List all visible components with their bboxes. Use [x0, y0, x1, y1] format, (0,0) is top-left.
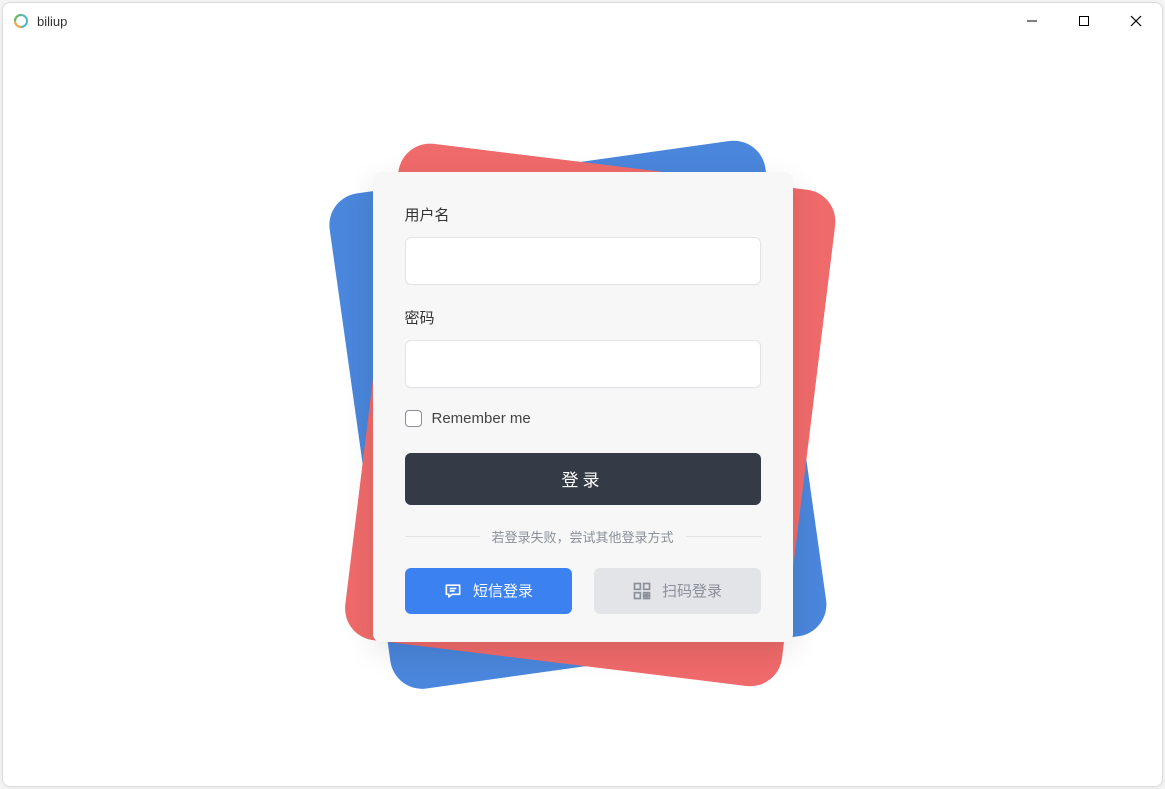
minimize-button[interactable]: [1006, 3, 1058, 39]
alt-login-divider: 若登录失败，尝试其他登录方式: [405, 527, 761, 546]
qr-login-label: 扫码登录: [662, 580, 722, 601]
titlebar-left: biliup: [13, 13, 67, 29]
minimize-icon: [1026, 15, 1038, 27]
username-label: 用户名: [405, 204, 761, 225]
maximize-button[interactable]: [1058, 3, 1110, 39]
alt-login-row: 短信登录 扫码登录: [405, 568, 761, 614]
app-title: biliup: [37, 14, 67, 29]
sms-login-label: 短信登录: [473, 580, 533, 601]
app-icon: [13, 13, 29, 29]
remember-row: Remember me: [405, 410, 761, 427]
login-button[interactable]: 登录: [405, 453, 761, 505]
remember-checkbox[interactable]: [405, 410, 422, 427]
login-card-stack: 用户名 密码 Remember me 登录 若登录失败，尝试其他登录方式: [363, 148, 803, 678]
chat-icon: [443, 581, 463, 601]
qr-login-button[interactable]: 扫码登录: [594, 568, 761, 614]
app-window: biliup 用户名 密码: [2, 2, 1163, 787]
sms-login-button[interactable]: 短信登录: [405, 568, 572, 614]
window-controls: [1006, 3, 1162, 39]
close-button[interactable]: [1110, 3, 1162, 39]
divider-text: 若登录失败，尝试其他登录方式: [492, 527, 674, 546]
password-label: 密码: [405, 307, 761, 328]
remember-label: Remember me: [432, 410, 531, 427]
close-icon: [1130, 15, 1142, 27]
password-input[interactable]: [405, 340, 761, 388]
username-input[interactable]: [405, 237, 761, 285]
maximize-icon: [1078, 15, 1090, 27]
titlebar[interactable]: biliup: [3, 3, 1162, 39]
login-card: 用户名 密码 Remember me 登录 若登录失败，尝试其他登录方式: [373, 172, 793, 642]
divider-line-right: [686, 536, 761, 537]
qr-icon: [632, 581, 652, 601]
content-area: 用户名 密码 Remember me 登录 若登录失败，尝试其他登录方式: [3, 39, 1162, 786]
divider-line-left: [405, 536, 480, 537]
